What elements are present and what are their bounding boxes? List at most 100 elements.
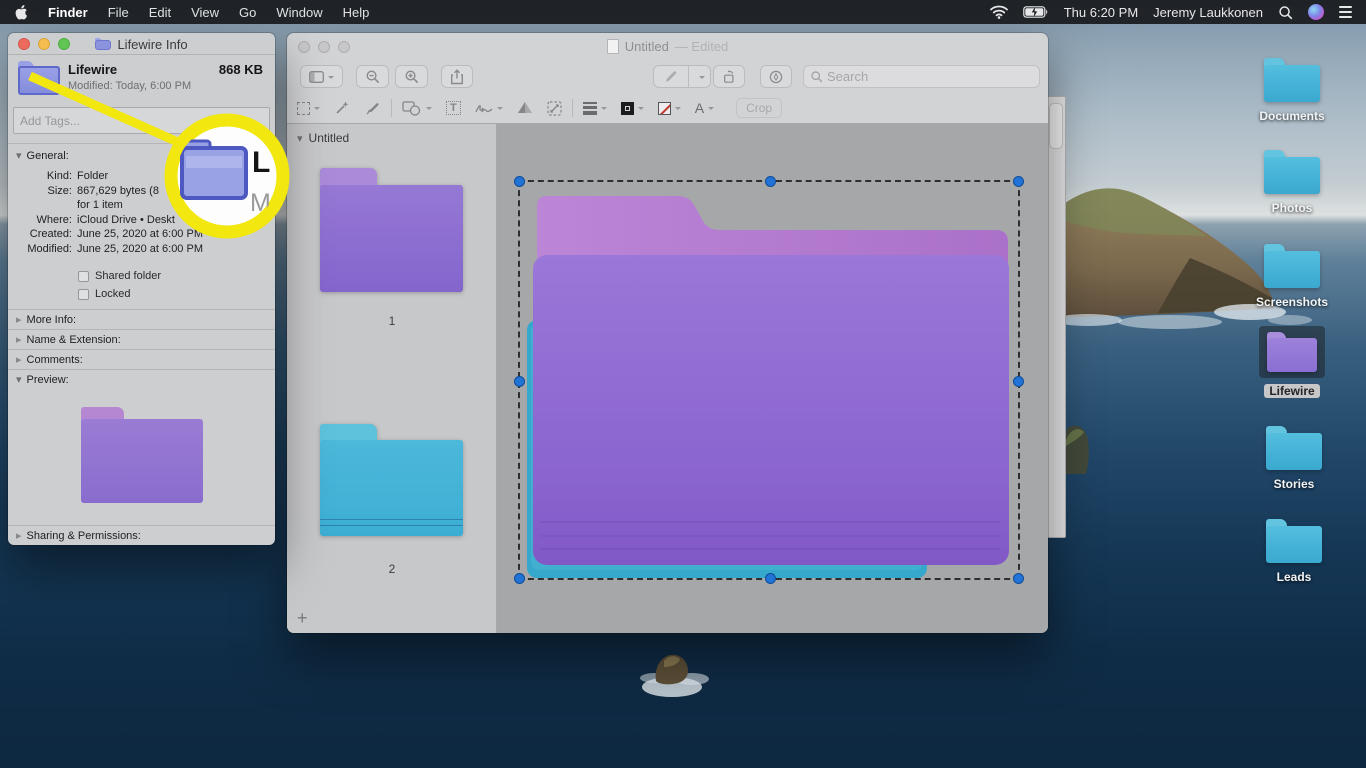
folder-icon (1264, 58, 1320, 102)
desktop-icon-label: Leads (1277, 570, 1312, 584)
folder-icon (1264, 150, 1320, 194)
menu-help[interactable]: Help (333, 5, 380, 20)
zoom-out-icon (365, 69, 380, 84)
text-style-button[interactable]: A (695, 97, 714, 119)
disclosure-triangle-icon (16, 313, 22, 326)
text-tool-button[interactable]: T (446, 97, 461, 119)
menu-window[interactable]: Window (266, 5, 332, 20)
selection-handle-sw[interactable] (514, 573, 525, 584)
disclosure-triangle-icon (16, 373, 22, 386)
crop-button[interactable]: Crop (736, 98, 782, 118)
share-button[interactable] (441, 65, 473, 88)
selection-handle-ne[interactable] (1013, 176, 1024, 187)
pencil-icon (664, 70, 678, 84)
desktop-icon-leads[interactable]: Leads (1258, 519, 1330, 584)
folder-preview-image (81, 407, 203, 503)
battery-status[interactable] (1023, 6, 1049, 18)
rotate-left-button[interactable] (713, 65, 745, 88)
selection-handle-nw[interactable] (514, 176, 525, 187)
selection-handle-w[interactable] (514, 376, 525, 387)
adjust-size-button[interactable] (547, 97, 562, 119)
wifi-icon (990, 5, 1008, 19)
menu-view[interactable]: View (181, 5, 229, 20)
desktop-icon-label: Screenshots (1256, 295, 1328, 309)
annotate-pen-button[interactable] (653, 65, 689, 88)
selection-handle-s[interactable] (765, 573, 776, 584)
user-menu[interactable]: Jeremy Laukkonen (1153, 5, 1263, 20)
annotate-pen-dropdown[interactable] (689, 65, 711, 88)
menu-bar: Finder File Edit View Go Window Help (0, 0, 1366, 24)
title-text: Lifewire Info (117, 37, 187, 52)
adjust-color-button[interactable] (517, 97, 533, 119)
desktop-icon-documents[interactable]: Documents (1256, 58, 1328, 123)
section-more-info[interactable]: More Info: (8, 309, 275, 329)
page-thumbnail-2[interactable] (320, 424, 463, 536)
markup-toolbar-icon (769, 69, 783, 85)
tags-field[interactable] (13, 107, 270, 134)
window-title: Lifewire Info (8, 33, 275, 55)
locked-checkbox[interactable] (78, 289, 89, 300)
selection-tool-button[interactable] (297, 97, 320, 119)
menu-go[interactable]: Go (229, 5, 266, 20)
item-modified: Modified: Today, 6:00 PM (68, 80, 191, 92)
section-sharing-permissions[interactable]: Sharing & Permissions: (8, 525, 275, 545)
shapes-tool-button[interactable] (402, 97, 432, 119)
apple-menu[interactable] (0, 4, 38, 20)
magic-wand-icon (334, 100, 350, 116)
share-icon (450, 69, 464, 85)
page-thumbnail-1[interactable] (320, 168, 463, 292)
clock[interactable]: Thu 6:20 PM (1064, 5, 1138, 20)
menu-edit[interactable]: Edit (139, 5, 181, 20)
notification-center-button[interactable] (1339, 6, 1352, 18)
title-text: Untitled (625, 39, 669, 54)
sketch-pen-icon (364, 101, 381, 116)
folder-icon (1264, 244, 1320, 288)
zoom-in-button[interactable] (395, 65, 428, 88)
preview-canvas[interactable] (497, 124, 1048, 633)
spotlight-button[interactable] (1278, 5, 1293, 20)
search-input[interactable] (827, 69, 1007, 84)
disclosure-triangle-icon (16, 333, 22, 346)
selection-handle-n[interactable] (765, 176, 776, 187)
desktop-icon-lifewire[interactable]: Lifewire (1256, 326, 1328, 398)
tags-input[interactable] (14, 108, 269, 133)
sketch-tool-button[interactable] (364, 97, 381, 119)
menu-finder[interactable]: Finder (38, 5, 98, 20)
view-menu-button[interactable] (300, 65, 343, 88)
selection-handle-se[interactable] (1013, 573, 1024, 584)
shared-folder-checkbox[interactable] (78, 271, 89, 282)
section-comments[interactable]: Comments: (8, 349, 275, 369)
locked-label: Locked (95, 285, 130, 303)
general-rows: Kind:Folder Size:867,629 bytes (8 for 1 … (16, 169, 267, 256)
add-page-button[interactable]: + (297, 611, 308, 625)
preview-titlebar[interactable]: Untitled — Edited (287, 33, 1048, 60)
zoom-out-button[interactable] (356, 65, 389, 88)
folder-icon-large (18, 61, 60, 95)
show-markup-toolbar-button[interactable] (760, 65, 792, 88)
sign-tool-button[interactable] (475, 97, 503, 119)
sidebar-section-header[interactable]: Untitled (297, 131, 349, 145)
menu-file[interactable]: File (98, 5, 139, 20)
section-preview[interactable]: Preview: (8, 369, 275, 389)
folder-image (320, 168, 463, 292)
desktop-icon-photos[interactable]: Photos (1256, 150, 1328, 215)
line-style-button[interactable] (583, 97, 607, 119)
siri-button[interactable] (1308, 4, 1324, 20)
general-section-header[interactable]: General: (16, 149, 267, 162)
info-row-size: Size:867,629 bytes (8 (16, 184, 267, 199)
markup-toolbar: T (287, 93, 1048, 124)
border-color-button[interactable] (621, 97, 644, 119)
info-titlebar[interactable]: Lifewire Info (8, 33, 275, 55)
fill-color-button[interactable] (658, 97, 681, 119)
wifi-status[interactable] (990, 5, 1008, 19)
instant-alpha-button[interactable] (334, 97, 350, 119)
desktop-icon-screenshots[interactable]: Screenshots (1256, 244, 1328, 309)
selection-rectangle[interactable] (518, 180, 1020, 580)
selection-handle-e[interactable] (1013, 376, 1024, 387)
search-field[interactable] (803, 65, 1040, 88)
battery-charging-icon (1023, 6, 1049, 18)
rotate-left-icon (722, 69, 736, 84)
info-row-created: Created:June 25, 2020 at 6:00 PM (16, 227, 267, 242)
desktop-icon-stories[interactable]: Stories (1258, 426, 1330, 491)
section-name-extension[interactable]: Name & Extension: (8, 329, 275, 349)
